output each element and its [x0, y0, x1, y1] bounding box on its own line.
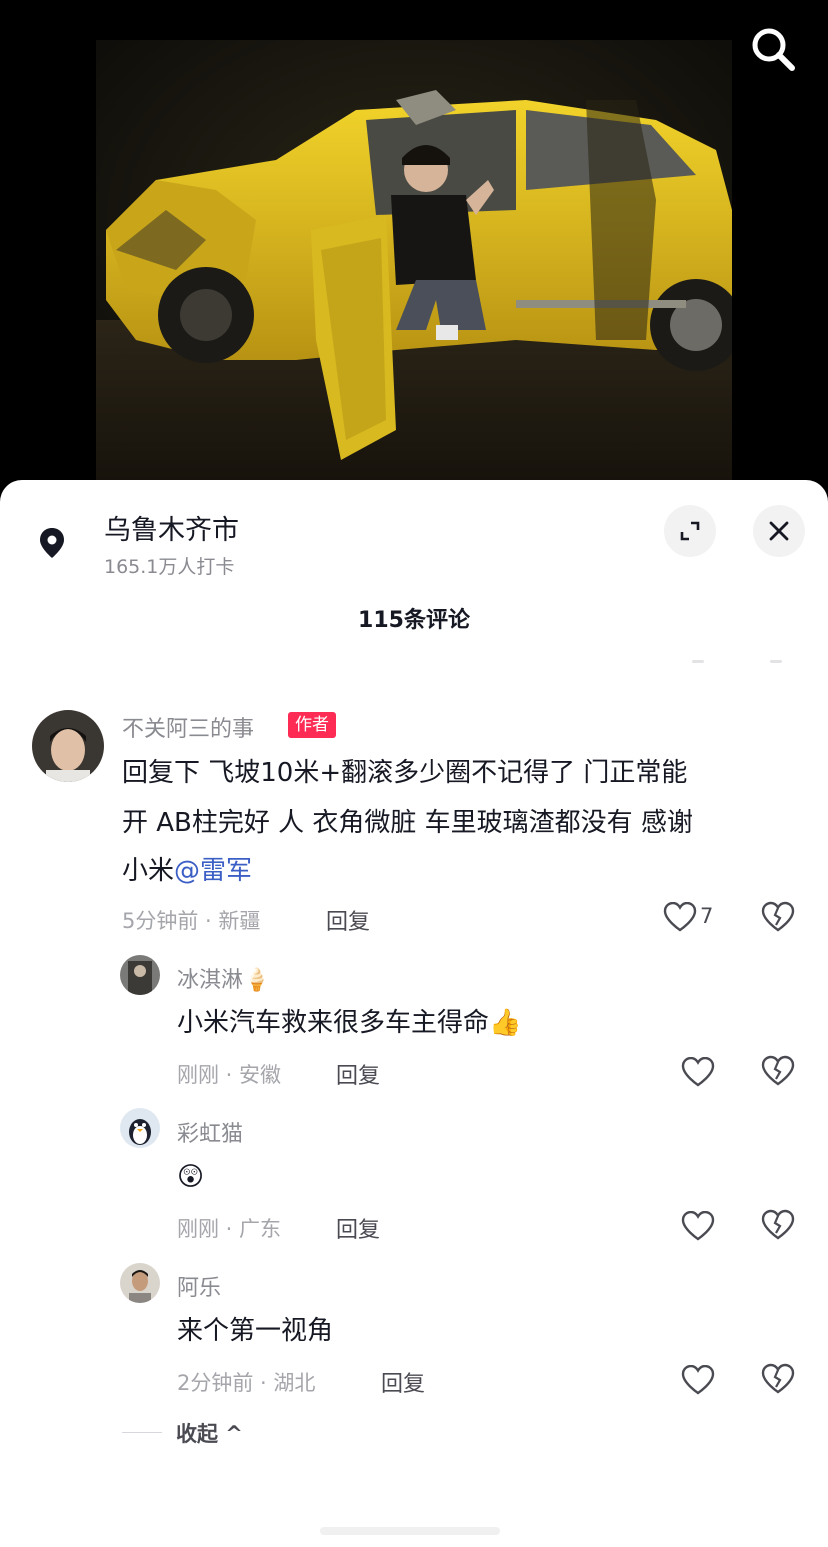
mention-link[interactable]: @雷军 — [174, 856, 252, 886]
heart-icon[interactable] — [681, 1210, 715, 1241]
author-badge: 作者 — [288, 712, 336, 738]
avatar[interactable] — [120, 1263, 160, 1303]
search-icon[interactable] — [748, 24, 798, 74]
reply-button[interactable]: 回复 — [381, 1366, 425, 1398]
broken-heart-icon[interactable] — [761, 1363, 795, 1395]
location-checkins: 165.1万人打卡 — [104, 556, 235, 578]
comment-text: 来个第一视角 — [177, 1316, 334, 1346]
comment-input-hint — [320, 1527, 500, 1535]
comment-sheet: 乌鲁木齐市 165.1万人打卡 115条评论 不关阿三的事 作者 回复下 飞坡1… — [0, 480, 828, 1547]
heart-icon[interactable] — [681, 1056, 715, 1087]
comment-meta: 2分钟前 · 湖北 — [177, 1371, 316, 1395]
comment-text: 😲 — [177, 1162, 205, 1192]
close-icon[interactable] — [753, 505, 805, 557]
avatar[interactable] — [120, 955, 160, 995]
reply-button[interactable]: 回复 — [336, 1212, 380, 1244]
heart-icon[interactable] — [663, 901, 697, 932]
comment-text: 小米汽车救来很多车主得命👍 — [177, 1008, 522, 1038]
divider — [122, 1432, 162, 1433]
broken-heart-icon[interactable] — [761, 1209, 795, 1241]
broken-heart-icon[interactable] — [761, 1055, 795, 1087]
post-photo[interactable] — [96, 40, 732, 480]
comment-text-line: 回复下 飞坡10米+翻滚多少圈不记得了 门正常能 — [122, 758, 688, 788]
expand-icon[interactable] — [664, 505, 716, 557]
divider — [692, 660, 704, 664]
location-pin-icon[interactable] — [30, 521, 74, 565]
comment-username[interactable]: 阿乐 — [177, 1270, 221, 1302]
divider — [770, 660, 782, 664]
comment-text-line: 小米@雷军 — [122, 848, 252, 894]
post-media — [0, 0, 828, 500]
avatar[interactable] — [32, 710, 104, 782]
avatar[interactable] — [120, 1108, 160, 1148]
comment-username[interactable]: 冰淇淋🍦 — [177, 962, 270, 994]
comment-text-line: 开 AB柱完好 人 衣角微脏 车里玻璃渣都没有 感谢 — [122, 808, 693, 838]
comment-count: 115条评论 — [358, 608, 470, 633]
comment-text-fragment: 小米 — [122, 856, 175, 886]
reply-button[interactable]: 回复 — [336, 1058, 380, 1090]
broken-heart-icon[interactable] — [761, 901, 795, 933]
collapse-replies-button[interactable]: 收起 ^ — [176, 1418, 243, 1448]
comment-meta: 5分钟前 · 新疆 — [122, 909, 261, 933]
like-count: 7 — [700, 904, 714, 928]
heart-icon[interactable] — [681, 1364, 715, 1395]
comment-username[interactable]: 彩虹猫 — [177, 1116, 243, 1148]
reply-button[interactable]: 回复 — [326, 904, 370, 936]
comment-username[interactable]: 不关阿三的事 — [122, 711, 254, 743]
comment-meta: 刚刚 · 安徽 — [177, 1063, 282, 1087]
location-title[interactable]: 乌鲁木齐市 — [104, 508, 239, 547]
comment-meta: 刚刚 · 广东 — [177, 1217, 282, 1241]
